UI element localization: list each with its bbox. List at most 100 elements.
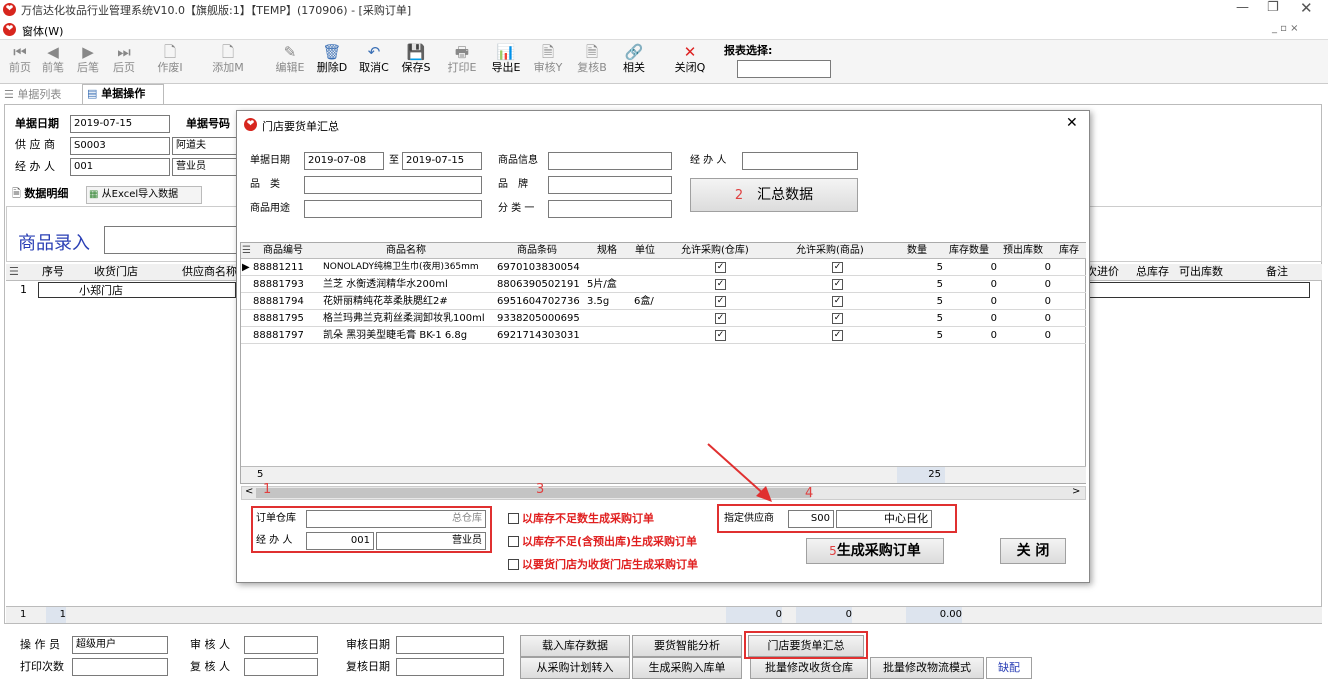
- reviewer-label: 复 核 人: [190, 660, 230, 673]
- option-shortage-preout[interactable]: 以库存不足(含预出库)生成采购订单: [508, 534, 697, 550]
- annotation-arrow: [707, 443, 772, 502]
- dialog-grid-row[interactable]: 88881797 凯朵 黑羽美型睫毛膏 BK-1 6.8g 6921714303…: [241, 328, 1086, 344]
- dlg-date-from[interactable]: 2019-07-08: [304, 152, 384, 170]
- dlg-grid-menu-icon[interactable]: ☰: [242, 243, 251, 259]
- auditor-label: 审 核 人: [190, 638, 230, 651]
- toolbar-print[interactable]: 🖶 打印E: [442, 43, 482, 74]
- handler2-name-field[interactable]: 营业员: [376, 532, 486, 550]
- toolbar-close[interactable]: ✕ 关闭Q: [670, 43, 710, 74]
- allow-goods-checkbox[interactable]: ✓: [832, 260, 843, 275]
- dlg-usage-label: 商品用途: [250, 203, 290, 214]
- dialog-close-button[interactable]: 关 闭: [1000, 538, 1066, 564]
- date-field[interactable]: 2019-07-15: [70, 115, 170, 133]
- assign-supplier-code[interactable]: S00: [788, 510, 834, 528]
- print-count-field[interactable]: [72, 658, 168, 676]
- allow-goods-checkbox[interactable]: ✓: [832, 311, 843, 326]
- tab-list[interactable]: ☰ 单据列表: [4, 86, 78, 104]
- toolbar-audit[interactable]: 🗎 审核Y: [528, 43, 568, 74]
- operator-field[interactable]: 超级用户: [72, 636, 168, 654]
- option-shortage[interactable]: 以库存不足数生成采购订单: [508, 511, 654, 527]
- toolbar-add[interactable]: 🗋 添加M: [208, 43, 248, 74]
- subtab-import[interactable]: ▦ 从Excel导入数据: [86, 186, 202, 204]
- entry-input[interactable]: [104, 226, 238, 254]
- dialog-close-icon[interactable]: ✕: [1066, 115, 1078, 131]
- minimize-icon[interactable]: —: [1236, 0, 1249, 15]
- summarize-button[interactable]: 2 汇总数据: [690, 178, 858, 212]
- entry-label: 商品录入: [18, 233, 90, 254]
- supplier-name-field[interactable]: 阿道夫: [172, 137, 238, 155]
- dialog-title: 门店要货单汇总: [262, 120, 339, 133]
- option-store-receive[interactable]: 以要货门店为收货门店生成采购订单: [508, 557, 698, 573]
- toolbar-save[interactable]: 💾 保存S: [396, 43, 436, 74]
- menu-logo-icon: ❤: [3, 23, 16, 36]
- handler2-code-field[interactable]: 001: [306, 532, 374, 550]
- handler-code-field[interactable]: 001: [70, 158, 170, 176]
- allow-wh-checkbox[interactable]: ✓: [715, 328, 726, 343]
- audit-icon: 🗎: [541, 43, 555, 61]
- grid-menu-icon[interactable]: ☰: [9, 264, 19, 280]
- row-store-cell[interactable]: 小郑门店: [38, 282, 236, 298]
- toolbar-next[interactable]: ▶ 后笔: [68, 43, 108, 74]
- reviewer-field[interactable]: [244, 658, 318, 676]
- dialog-grid-row[interactable]: 88881795 格兰玛弗兰克莉丝柔润卸妆乳100ml 933820500069…: [241, 311, 1086, 327]
- dialog-grid-scrollbar[interactable]: < >: [241, 486, 1086, 500]
- tab-operation[interactable]: ▤ 单据操作: [82, 84, 164, 104]
- order-wh-field[interactable]: 总仓库: [306, 510, 486, 528]
- allow-goods-checkbox[interactable]: ✓: [832, 294, 843, 309]
- dialog-grid-row[interactable]: 88881794 花妍丽精纯花萃柔肤腮红2# 6951604702736 3.5…: [241, 294, 1086, 310]
- toolbar-prev[interactable]: ◀ 前笔: [33, 43, 73, 74]
- subtab-detail[interactable]: 🗎 数据明细: [12, 186, 68, 202]
- dlg-goods-field[interactable]: [548, 152, 672, 170]
- handler2-label: 经 办 人: [256, 535, 293, 546]
- batch-logistics-button[interactable]: 批量修改物流模式: [870, 657, 984, 679]
- toolbar-edit[interactable]: ✎ 编辑E: [270, 43, 310, 74]
- handler-label: 经 办 人: [15, 160, 55, 173]
- toolbar-void[interactable]: 🗋 作废I: [150, 43, 190, 74]
- dialog-grid-row[interactable]: ▶ 88881211 NONOLADY纯棉卫生巾(夜用)365mm 697010…: [241, 260, 1086, 276]
- batch-warehouse-button[interactable]: 批量修改收货仓库: [750, 657, 868, 679]
- supplier-code-field[interactable]: S0003: [70, 137, 170, 155]
- annotation-3: 3: [536, 482, 545, 497]
- dlg-usage-field[interactable]: [304, 200, 482, 218]
- toolbar-cancel[interactable]: ↶ 取消C: [354, 43, 394, 74]
- load-stock-button[interactable]: 载入库存数据: [520, 635, 630, 657]
- smart-analysis-button[interactable]: 要货智能分析: [632, 635, 742, 657]
- dlg-category-field[interactable]: [304, 176, 482, 194]
- toolbar-related[interactable]: 🔗 相关: [614, 43, 654, 74]
- dialog-grid-row[interactable]: 88881793 兰芝 水衡透润精华水200ml 8806390502191 5…: [241, 277, 1086, 293]
- toolbar-review[interactable]: 🗎 复核B: [572, 43, 612, 74]
- allow-wh-checkbox[interactable]: ✓: [715, 311, 726, 326]
- restore-icon[interactable]: ❐: [1267, 0, 1279, 15]
- allow-wh-checkbox[interactable]: ✓: [715, 277, 726, 292]
- title-bar: ❤ 万信达化妆品行业管理系统V10.0【旗舰版:1】【TEMP】(170906)…: [0, 0, 1328, 20]
- from-plan-button[interactable]: 从采购计划转入: [520, 657, 630, 679]
- toolbar: ⏮ 前页 ◀ 前笔 ▶ 后笔 ⏭ 后页 🗋 作废I 🗋 添加M ✎ 编辑E 🗑 删除D ↶ 取消C…: [0, 40, 1328, 84]
- assign-supplier-name[interactable]: 中心日化: [836, 510, 932, 528]
- allow-wh-checkbox[interactable]: ✓: [715, 260, 726, 275]
- dlg-handler-field[interactable]: [742, 152, 858, 170]
- shortage-button[interactable]: 缺配: [986, 657, 1032, 679]
- allow-goods-checkbox[interactable]: ✓: [832, 328, 843, 343]
- void-icon: 🗋: [163, 43, 177, 61]
- mdi-controls[interactable]: _ ▫ ×: [1272, 23, 1299, 34]
- annotation-4: 4: [805, 486, 814, 501]
- auditor-field[interactable]: [244, 636, 318, 654]
- toolbar-delete[interactable]: 🗑 删除D: [312, 43, 352, 74]
- report-select-field[interactable]: [737, 60, 831, 78]
- dlg-brand-field[interactable]: [548, 176, 672, 194]
- review-date-field[interactable]: [396, 658, 504, 676]
- allow-goods-checkbox[interactable]: ✓: [832, 277, 843, 292]
- allow-wh-checkbox[interactable]: ✓: [715, 294, 726, 309]
- toolbar-last[interactable]: ⏭ 后页: [104, 43, 144, 74]
- dlg-class-field[interactable]: [548, 200, 672, 218]
- gen-inbound-button[interactable]: 生成采购入库单: [632, 657, 742, 679]
- audit-date-field[interactable]: [396, 636, 504, 654]
- review-icon: 🗎: [585, 43, 599, 61]
- generate-order-button[interactable]: 5生成采购订单: [806, 538, 944, 564]
- handler-name-field[interactable]: 营业员: [172, 158, 238, 176]
- menu-window[interactable]: 窗体(W): [22, 23, 63, 39]
- close-window-icon[interactable]: ✕: [1300, 0, 1313, 17]
- toolbar-export[interactable]: 📊 导出E: [486, 43, 526, 74]
- dlg-date-to[interactable]: 2019-07-15: [402, 152, 482, 170]
- app-logo-icon: ❤: [3, 3, 16, 16]
